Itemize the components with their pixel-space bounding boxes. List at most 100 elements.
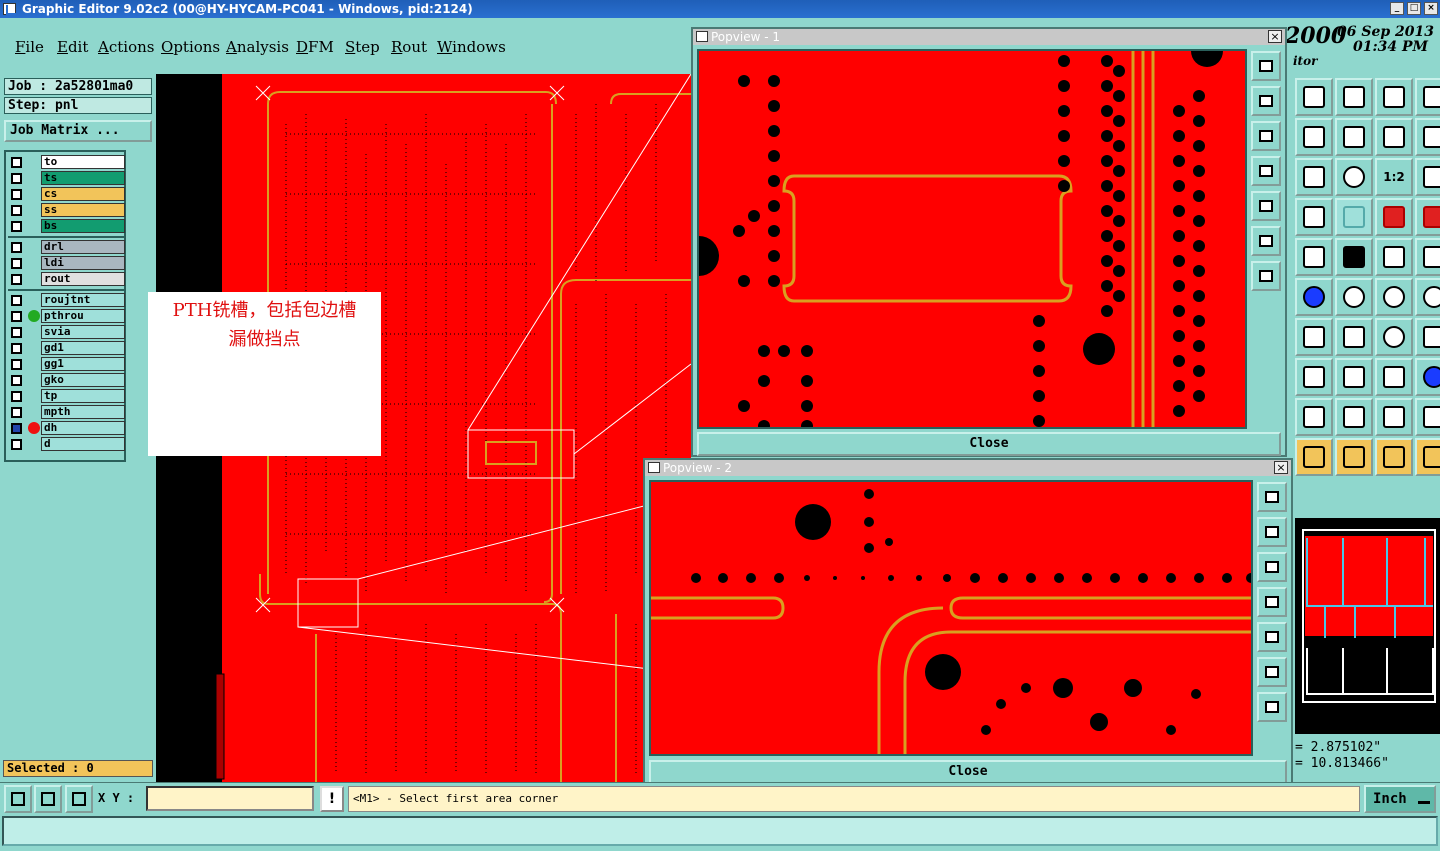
pan-left-tool[interactable]	[1295, 118, 1333, 156]
layer-row[interactable]: tp	[8, 389, 126, 403]
menu-rout[interactable]: Rout	[391, 38, 427, 56]
arch-alt-tool[interactable]	[1415, 398, 1440, 436]
layer-row-selected[interactable]: dh	[8, 421, 126, 435]
layer-row[interactable]: bs	[8, 219, 126, 233]
pad-tool[interactable]	[1295, 238, 1333, 276]
layer-row[interactable]: rout	[8, 272, 126, 286]
close-icon[interactable]: ×	[1274, 461, 1288, 474]
layer-row[interactable]: gd1	[8, 341, 126, 355]
grid-snap-button[interactable]	[65, 785, 93, 813]
popview-center-tool[interactable]	[1257, 692, 1287, 722]
pointer-tool[interactable]	[1295, 438, 1333, 476]
popview-1-close-button[interactable]: Close	[697, 432, 1281, 456]
layer-checkbox[interactable]	[11, 391, 22, 402]
layer-checkbox[interactable]	[11, 157, 22, 168]
layer-row[interactable]: roujtnt	[8, 293, 126, 307]
move-tool[interactable]	[1295, 358, 1333, 396]
layer-checkbox[interactable]	[11, 407, 22, 418]
select-box-tool[interactable]	[1415, 238, 1440, 276]
popview-right-tool[interactable]	[1257, 622, 1287, 652]
link-arrow-tool[interactable]	[1415, 278, 1440, 316]
zoom-in-tool[interactable]	[1295, 78, 1333, 116]
connect-tool[interactable]	[1295, 278, 1333, 316]
popview-home-tool[interactable]	[1251, 86, 1281, 116]
warning-button[interactable]: !	[320, 786, 344, 812]
layer-checkbox[interactable]	[11, 311, 22, 322]
menu-dfm[interactable]: DFM	[296, 38, 334, 56]
palette-tool[interactable]	[1295, 198, 1333, 236]
popview-zoom-tool[interactable]	[1251, 51, 1281, 81]
command-line[interactable]	[2, 816, 1438, 846]
maximize-icon[interactable]: □	[1407, 2, 1421, 15]
layer-row[interactable]: drl	[8, 240, 126, 254]
triangle-tool[interactable]	[1295, 398, 1333, 436]
center-tool[interactable]	[1335, 158, 1373, 196]
triangle-alt-tool[interactable]	[1335, 398, 1373, 436]
layer-checkbox[interactable]	[11, 295, 22, 306]
layer-row[interactable]: cs	[8, 187, 126, 201]
popview-down-tool[interactable]	[1251, 121, 1281, 151]
help-tool[interactable]	[1415, 158, 1440, 196]
layer-checkbox[interactable]	[11, 439, 22, 450]
split-view-tool[interactable]	[1415, 78, 1440, 116]
mirror-tool[interactable]	[1375, 118, 1413, 156]
segment-tool[interactable]	[1335, 358, 1373, 396]
zoom-out-tool[interactable]	[1335, 78, 1373, 116]
popview-home-tool[interactable]	[1257, 517, 1287, 547]
arch-tool[interactable]	[1375, 398, 1413, 436]
popview-left-tool[interactable]	[1257, 587, 1287, 617]
layer-checkbox[interactable]	[11, 205, 22, 216]
popview-fit-tool[interactable]	[1251, 226, 1281, 256]
link-tool[interactable]	[1375, 278, 1413, 316]
net-highlight-tool[interactable]	[1415, 198, 1440, 236]
layer-row[interactable]: ldi	[8, 256, 126, 270]
route-tool[interactable]	[1415, 438, 1440, 476]
layer-row[interactable]: ts	[8, 171, 126, 185]
distance-tool[interactable]	[1375, 358, 1413, 396]
close-icon[interactable]: ×	[1268, 30, 1282, 43]
minimize-icon[interactable]: _	[1390, 2, 1404, 15]
group-tool[interactable]	[1415, 358, 1440, 396]
layer-row[interactable]: d	[8, 437, 126, 451]
snap-tool[interactable]	[1415, 118, 1440, 156]
popview-2-close-button[interactable]: Close	[649, 760, 1287, 784]
popview-center-tool[interactable]	[1251, 261, 1281, 291]
popview-right-tool[interactable]	[1251, 191, 1281, 221]
split-tool[interactable]	[1415, 318, 1440, 356]
menu-file[interactable]: File	[15, 38, 44, 56]
layer-checkbox[interactable]	[11, 327, 22, 338]
layer-row[interactable]: pthrou	[8, 309, 126, 323]
layer-row[interactable]: gko	[8, 373, 126, 387]
layer-checkbox[interactable]	[11, 189, 22, 200]
menu-analysis[interactable]: Analysis	[226, 38, 289, 56]
unit-selector[interactable]: Inch	[1364, 785, 1436, 813]
layer-checkbox[interactable]	[11, 173, 22, 184]
ruler-tool[interactable]	[1375, 238, 1413, 276]
layer-checkbox[interactable]	[11, 221, 22, 232]
popview-down-tool[interactable]	[1257, 552, 1287, 582]
arc-tool[interactable]	[1375, 318, 1413, 356]
home-tool[interactable]	[1375, 78, 1413, 116]
popview-left-tool[interactable]	[1251, 156, 1281, 186]
layer-checkbox[interactable]	[11, 375, 22, 386]
pointer-net-tool[interactable]	[1375, 438, 1413, 476]
xy-input[interactable]	[146, 786, 314, 811]
menu-windows[interactable]: Windows	[437, 38, 506, 56]
line-tool[interactable]	[1335, 318, 1373, 356]
layer-checkbox[interactable]	[11, 274, 22, 285]
popview-1-canvas[interactable]	[697, 49, 1247, 429]
layer-checkbox[interactable]	[11, 343, 22, 354]
close-icon[interactable]: ×	[1424, 2, 1438, 15]
layer-checkbox[interactable]	[11, 258, 22, 269]
fit-tool[interactable]	[1295, 158, 1333, 196]
overview-map[interactable]	[1295, 518, 1440, 734]
layer-checkbox[interactable]	[11, 359, 22, 370]
measure-button[interactable]	[34, 785, 62, 813]
zoom-area-button[interactable]	[4, 785, 32, 813]
layer-row[interactable]: svia	[8, 325, 126, 339]
menu-edit[interactable]: Edit	[57, 38, 88, 56]
pan-right-tool[interactable]	[1335, 118, 1373, 156]
menu-actions[interactable]: Actions	[98, 38, 154, 56]
layer-checkbox[interactable]	[11, 423, 22, 434]
scale-tool[interactable]: 1:2	[1375, 158, 1413, 196]
